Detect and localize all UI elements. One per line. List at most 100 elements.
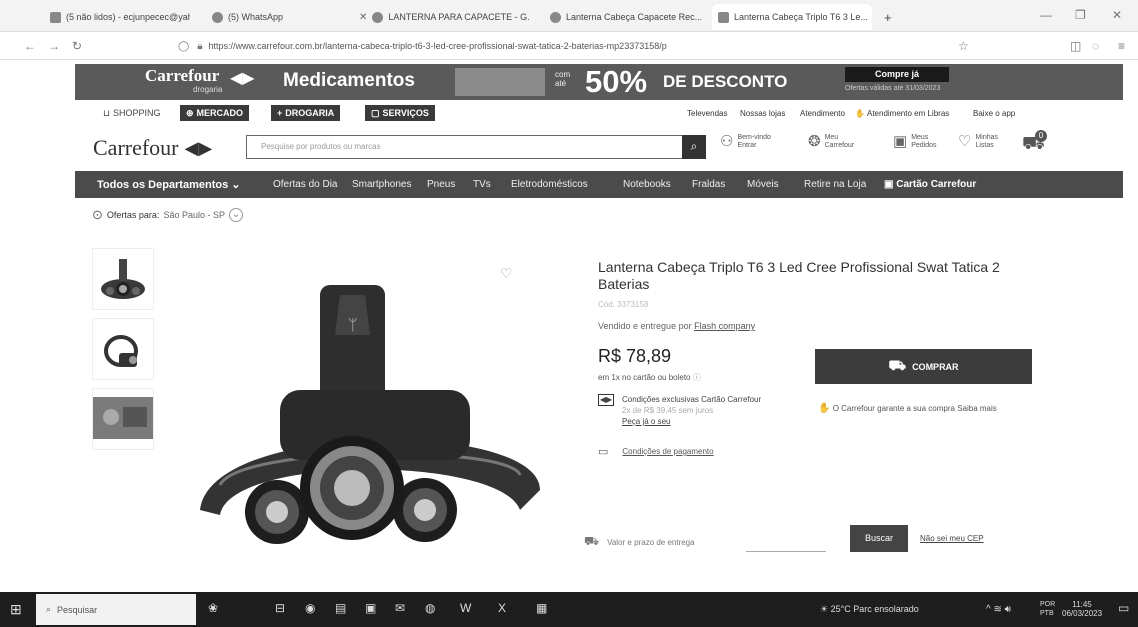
tab-label: LANTERNA PARA CAPACETE - G... [388, 12, 530, 22]
televendas-link[interactable]: Televendas [687, 109, 727, 118]
product-thumbnail-2[interactable] [92, 318, 154, 380]
servicos-tab[interactable]: ▢ SERVIÇOS [365, 105, 435, 121]
dept-moveis[interactable]: Móveis [747, 179, 779, 190]
offers-location-value: São Paulo - SP [163, 210, 225, 220]
close-icon[interactable]: ✕ [359, 12, 367, 23]
word-icon[interactable]: W [460, 601, 471, 615]
forward-icon[interactable]: → [48, 39, 60, 53]
login-link[interactable]: ⚇ Bem-vindo Entrar [720, 134, 771, 150]
installment-text: em 1x no cartão ou boleto [598, 373, 691, 382]
dept-cartao-carrefour[interactable]: ▣ Cartão Carrefour [884, 179, 976, 190]
weather-widget[interactable]: ☀ 25°C Parc ensolarado [820, 604, 919, 615]
promo-com-ate: com até [555, 70, 571, 88]
cart-count-badge: 0 [1035, 130, 1047, 142]
headlamp-thumb-image [101, 259, 145, 299]
dept-pneus[interactable]: Pneus [427, 179, 455, 190]
carrefour-card-icon: ◀▶ [598, 394, 614, 406]
tab-carrefour[interactable]: Lanterna Cabeça Triplo T6 3 Le... ✕ [712, 4, 872, 30]
meus-pedidos-link[interactable]: ▣ Meus Pedidos [893, 134, 936, 150]
seller-info: Vendido e entregue por Flash company [598, 321, 755, 331]
cep-search-button[interactable]: Buscar [850, 525, 908, 552]
product-thumbnail-3[interactable] [92, 388, 154, 450]
dept-ofertas[interactable]: Ofertas do Dia [273, 179, 337, 190]
chevron-down-icon[interactable]: ⌄ [228, 208, 243, 222]
cart-button[interactable]: ⛟ 0 [1022, 130, 1047, 157]
baixe-app-link[interactable]: Baixe o app [973, 109, 1015, 118]
profile-icon[interactable]: ◌ [1092, 39, 1099, 53]
payment-conditions[interactable]: ▭ Condições de pagamento [598, 445, 714, 458]
weather-text: 25°C Parc ensolarado [830, 604, 919, 614]
taskbar-search[interactable]: ⌕ Pesquisar [36, 594, 196, 625]
promo-banner[interactable]: Carrefour ◀▶ drogaria Medicamentos com a… [75, 64, 1123, 100]
buy-button[interactable]: ⛟ COMPRAR [815, 349, 1032, 384]
drogaria-tab[interactable]: + DROGARIA [271, 105, 341, 121]
dept-notebooks[interactable]: Notebooks [623, 179, 671, 190]
atendimento-link[interactable]: Atendimento [800, 109, 845, 118]
task-view-icon[interactable]: ⊟ [275, 601, 285, 615]
product-main-image[interactable]: ᛘ [180, 240, 570, 570]
dept-tvs[interactable]: TVs [473, 179, 491, 190]
carrefour-logo-icon: ◀▶ [184, 137, 213, 158]
edge-icon[interactable]: ◉ [305, 601, 315, 615]
guarantee-info[interactable]: ✋ O Carrefour garante a sua compra Saiba… [818, 403, 997, 414]
cep-input[interactable] [746, 551, 826, 552]
new-tab-button[interactable]: + [884, 6, 892, 28]
calculator-icon[interactable]: ▦ [536, 601, 547, 615]
search-box[interactable]: Pesquise por produtos ou marcas ⌕ [246, 135, 706, 159]
notifications-icon[interactable]: ▭ [1118, 601, 1129, 615]
language-indicator[interactable]: POR PTB [1040, 600, 1055, 618]
product-price: R$ 78,89 [598, 346, 672, 366]
tab-whatsapp[interactable]: (5) WhatsApp [212, 6, 312, 28]
menu-icon[interactable]: ≡ [1118, 39, 1125, 53]
url-field[interactable]: ◯ 🔒︎ https://www.carrefour.com.br/lanter… [178, 36, 998, 56]
favorite-heart-icon[interactable]: ♡ [500, 265, 513, 282]
mail-app-icon[interactable]: ✉ [395, 601, 405, 615]
atendimento-libras-link[interactable]: Atendimento em Libras [867, 109, 949, 118]
reload-icon[interactable]: ↻ [72, 39, 82, 53]
tab-google-2[interactable]: Lanterna Cabeça Capacete Rec... [550, 6, 710, 28]
carrefour-logo[interactable]: Carrefour ◀▶ [93, 135, 212, 161]
dont-know-cep-link[interactable]: Não sei meu CEP [920, 534, 984, 543]
shopping-link[interactable]: ⊔ SHOPPING [97, 105, 167, 121]
tray-icons[interactable]: ^ ≋ 🔊︎ [986, 604, 1011, 615]
clock[interactable]: 11:45 06/03/2023 [1062, 600, 1102, 618]
search-input[interactable]: Pesquise por produtos ou marcas [261, 142, 381, 151]
nossas-lojas-link[interactable]: Nossas lojas [740, 109, 785, 118]
dept-smartphones[interactable]: Smartphones [352, 179, 411, 190]
promo-cta-button[interactable]: Compre já [845, 67, 949, 82]
file-explorer-icon[interactable]: ▤ [335, 601, 346, 615]
info-icon[interactable]: ⓘ [693, 373, 701, 382]
store-icon[interactable]: ▣ [365, 601, 376, 615]
widgets-icon[interactable]: ❀ [208, 601, 218, 615]
mercado-tab[interactable]: ⊕ MERCADO [180, 105, 250, 121]
clock-time: 11:45 [1072, 600, 1092, 609]
product-thumbnail-1[interactable] [92, 248, 154, 310]
close-window-icon[interactable]: ✕ [1112, 8, 1122, 22]
back-icon[interactable]: ← [24, 39, 36, 53]
dept-retire-na-loja[interactable]: Retire na Loja [804, 179, 866, 190]
offers-location[interactable]: ⊙ Ofertas para: São Paulo - SP ⌄ [92, 207, 243, 223]
dept-eletrodomesticos[interactable]: Eletrodomésticos [511, 179, 588, 190]
meu-carrefour-link[interactable]: ❂ Meu Carrefour [808, 134, 854, 150]
dept-fraldas[interactable]: Fraldas [692, 179, 725, 190]
maximize-icon[interactable]: ❐ [1075, 8, 1086, 22]
url-text: https://www.carrefour.com.br/lanterna-ca… [208, 41, 667, 51]
meu-line1: Meu [824, 134, 839, 141]
tab-mail[interactable]: (5 não lidos) - ecjunpecec@yah... ✕ [50, 6, 190, 28]
logo-text: Carrefour [93, 135, 179, 160]
promo-brand-sub: drogaria [193, 85, 223, 94]
firefox-icon[interactable]: ◍ [425, 601, 435, 615]
sun-icon: ☀ [820, 604, 829, 614]
minimize-icon[interactable]: — [1040, 8, 1052, 22]
seller-link[interactable]: Flash company [694, 321, 755, 331]
card-offer-link[interactable]: Peça já o seu [622, 416, 761, 427]
all-departments-menu[interactable]: Todos os Departamentos ⌄ [97, 178, 241, 191]
extensions-icon[interactable]: ◫ [1070, 39, 1081, 53]
excel-icon[interactable]: X [498, 601, 506, 615]
windows-start-icon[interactable]: ⊞ [10, 601, 22, 618]
search-button[interactable]: ⌕ [682, 135, 706, 159]
minhas-listas-link[interactable]: ♡ Minhas Listas [958, 134, 998, 150]
tab-google-1[interactable]: ✕ LANTERNA PARA CAPACETE - G... [355, 6, 530, 28]
buy-label: COMPRAR [912, 361, 959, 372]
tab-label: (5 não lidos) - ecjunpecec@yah... [66, 12, 190, 22]
